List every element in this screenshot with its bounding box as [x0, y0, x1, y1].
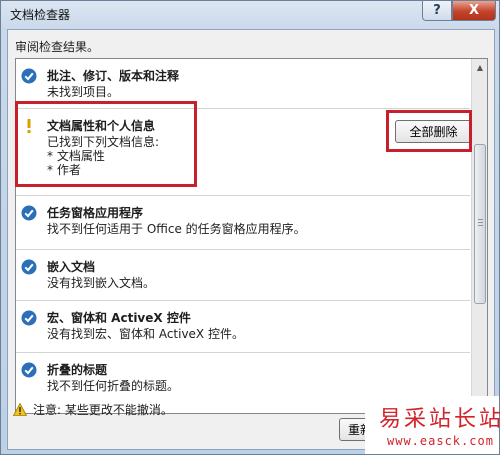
result-title: 折叠的标题 [47, 363, 108, 377]
warning-text: 注意: 某些更改不能撤消。 [33, 402, 173, 417]
results-scrollbar[interactable]: ▲ ▼ [471, 59, 487, 413]
warning-notice: 注意: 某些更改不能撤消。 [13, 400, 343, 418]
result-description: 未找到项目。 [47, 85, 120, 99]
dialog-body: 审阅检查结果。 批注、修订、版本和注释 未找到项目。 文档属性和个人信息 已找到… [7, 29, 495, 450]
warning-triangle-icon [13, 402, 27, 416]
review-subtitle: 审阅检查结果。 [15, 40, 100, 54]
highlight-box-properties [15, 101, 197, 187]
site-watermark: 易采站长站 www.easck.com [365, 396, 500, 454]
result-title: 任务窗格应用程序 [47, 206, 144, 220]
result-title: 嵌入文档 [47, 260, 96, 274]
document-inspector-window: 文档检查器 ? X 审阅检查结果。 批注、修订、版本和注释 未找到项目。 文档属… [0, 0, 500, 455]
watermark-logo: 易采站长站 [379, 407, 500, 432]
result-item-task-pane-apps: 任务窗格应用程序 找不到任何适用于 Office 的任务窗格应用程序。 [16, 196, 470, 250]
result-item-embedded-documents: 嵌入文档 没有找到嵌入文档。 [16, 250, 470, 301]
scroll-up-arrow-icon[interactable]: ▲ [472, 59, 487, 75]
scrollbar-thumb[interactable] [474, 144, 486, 304]
result-description: 没有找到宏、窗体和 ActiveX 控件。 [47, 327, 244, 341]
watermark-url: www.easck.com [387, 434, 494, 448]
check-circle-icon [21, 259, 37, 275]
window-title: 文档检查器 [10, 8, 71, 22]
title-bar[interactable]: 文档检查器 ? X [1, 1, 500, 29]
check-circle-icon [21, 362, 37, 378]
highlight-box-remove-all [386, 110, 472, 152]
check-circle-icon [21, 68, 37, 84]
result-description: 找不到任何适用于 Office 的任务窗格应用程序。 [47, 222, 306, 236]
result-description: 没有找到嵌入文档。 [47, 276, 156, 290]
result-description: 找不到任何折叠的标题。 [47, 379, 180, 393]
check-circle-icon [21, 205, 37, 221]
help-button[interactable]: ? [422, 1, 452, 21]
check-circle-icon [21, 310, 37, 326]
result-title: 批注、修订、版本和注释 [47, 69, 180, 83]
result-item-macros-activex: 宏、窗体和 ActiveX 控件 没有找到宏、窗体和 ActiveX 控件。 [16, 301, 470, 353]
close-button[interactable]: X [452, 1, 496, 21]
result-title: 宏、窗体和 ActiveX 控件 [47, 311, 191, 325]
